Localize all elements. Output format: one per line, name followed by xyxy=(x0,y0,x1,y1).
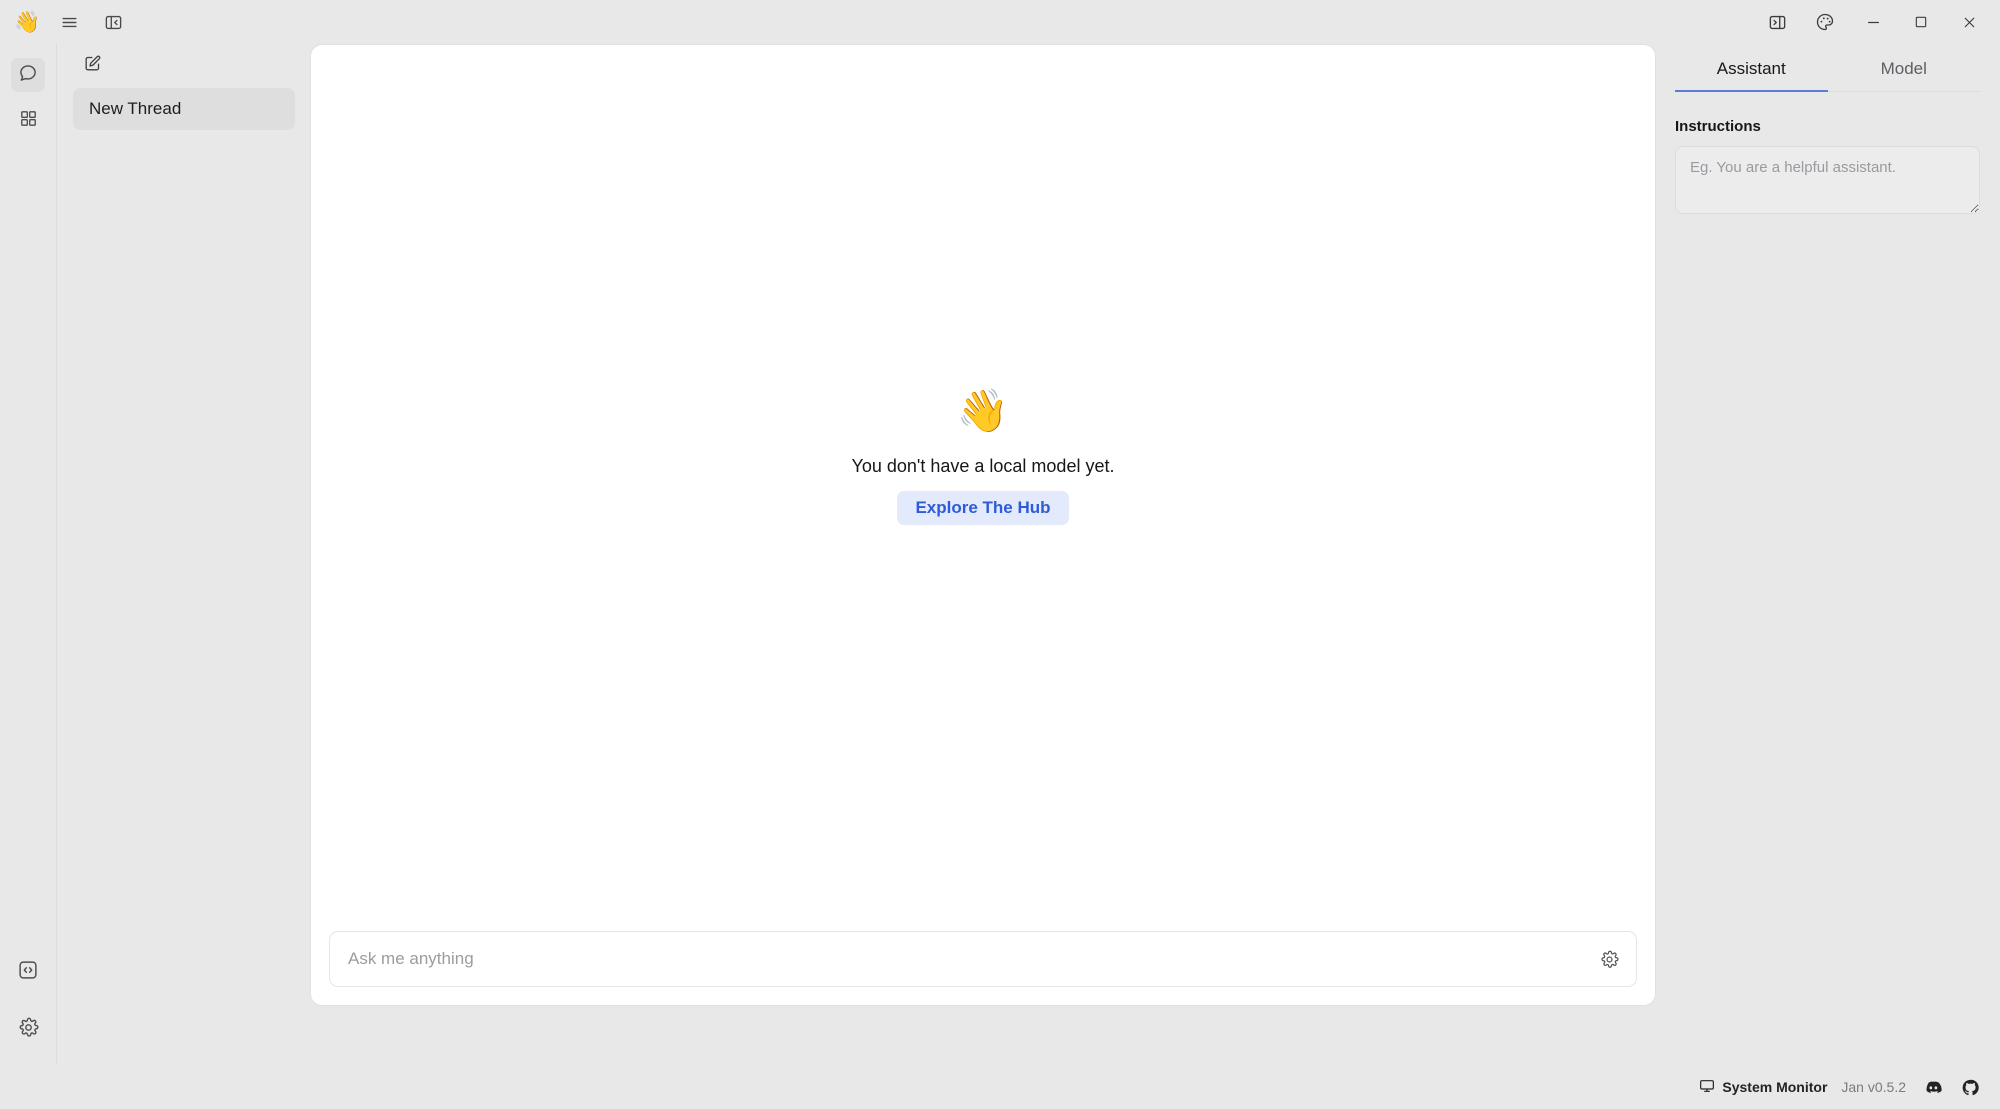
code-brackets-icon xyxy=(17,959,39,986)
system-monitor-button[interactable]: System Monitor xyxy=(1699,1078,1827,1097)
minimize-icon[interactable] xyxy=(1854,7,1892,37)
hamburger-menu-icon[interactable] xyxy=(54,8,84,36)
titlebar: 👋 xyxy=(0,0,2000,44)
threads-toolbar xyxy=(73,44,295,88)
gear-icon xyxy=(18,1017,39,1043)
palette-theme-icon[interactable] xyxy=(1806,7,1844,37)
github-icon[interactable] xyxy=(1958,1075,1982,1099)
main-body: New Thread 👋 You don't have a local mode… xyxy=(0,44,2000,1065)
sidebar-item-hub[interactable] xyxy=(11,104,45,138)
chat-input[interactable] xyxy=(348,932,1584,986)
threads-sidebar: New Thread xyxy=(57,44,311,1065)
left-icon-rail xyxy=(0,44,57,1065)
empty-state: 👋 You don't have a local model yet. Expl… xyxy=(311,45,1655,931)
tab-assistant[interactable]: Assistant xyxy=(1675,48,1828,92)
app-window: 👋 New Thread 👋 You don't have a local mo… xyxy=(0,0,2000,1109)
thread-title: New Thread xyxy=(89,99,182,118)
instructions-textarea[interactable] xyxy=(1675,146,1980,214)
chat-bubble-icon xyxy=(18,63,38,88)
discord-icon[interactable] xyxy=(1920,1075,1944,1099)
chat-card: 👋 You don't have a local model yet. Expl… xyxy=(311,45,1655,1005)
titlebar-right-group xyxy=(1758,7,1988,37)
right-panel: Assistant Model Instructions xyxy=(1655,44,2000,1065)
close-icon[interactable] xyxy=(1950,7,1988,37)
instructions-heading: Instructions xyxy=(1675,118,1761,135)
pencil-square-icon xyxy=(83,54,102,78)
status-bar: System Monitor Jan v0.5.2 xyxy=(0,1065,2000,1109)
main-content-area: 👋 You don't have a local model yet. Expl… xyxy=(311,44,1655,1065)
tab-model[interactable]: Model xyxy=(1828,48,1981,92)
empty-state-message: You don't have a local model yet. xyxy=(851,455,1115,476)
tab-assistant-label: Assistant xyxy=(1716,59,1786,78)
app-logo-icon: 👋 xyxy=(14,10,41,34)
new-thread-button[interactable] xyxy=(76,51,108,81)
right-panel-tabs: Assistant Model xyxy=(1675,48,1980,92)
app-version-label: Jan v0.5.2 xyxy=(1841,1079,1906,1095)
system-monitor-label: System Monitor xyxy=(1722,1079,1828,1095)
panel-right-toggle-icon[interactable] xyxy=(1758,7,1796,37)
titlebar-left-group: 👋 xyxy=(14,8,128,36)
waving-hand-icon: 👋 xyxy=(956,386,1010,434)
composer-settings-gear-icon[interactable] xyxy=(1594,944,1624,974)
explore-the-hub-button[interactable]: Explore The Hub xyxy=(897,490,1069,525)
panel-left-collapse-icon[interactable] xyxy=(98,8,128,36)
composer-area xyxy=(311,931,1655,1005)
grid-apps-icon xyxy=(19,109,38,133)
thread-list-item[interactable]: New Thread xyxy=(73,88,295,130)
maximize-icon[interactable] xyxy=(1902,7,1940,37)
sidebar-item-chat[interactable] xyxy=(11,58,45,92)
sidebar-item-local-api-server[interactable] xyxy=(11,955,45,989)
sidebar-item-settings[interactable] xyxy=(11,1013,45,1047)
monitor-icon xyxy=(1699,1078,1715,1097)
chat-composer[interactable] xyxy=(329,931,1637,987)
tab-model-label: Model xyxy=(1880,59,1927,78)
